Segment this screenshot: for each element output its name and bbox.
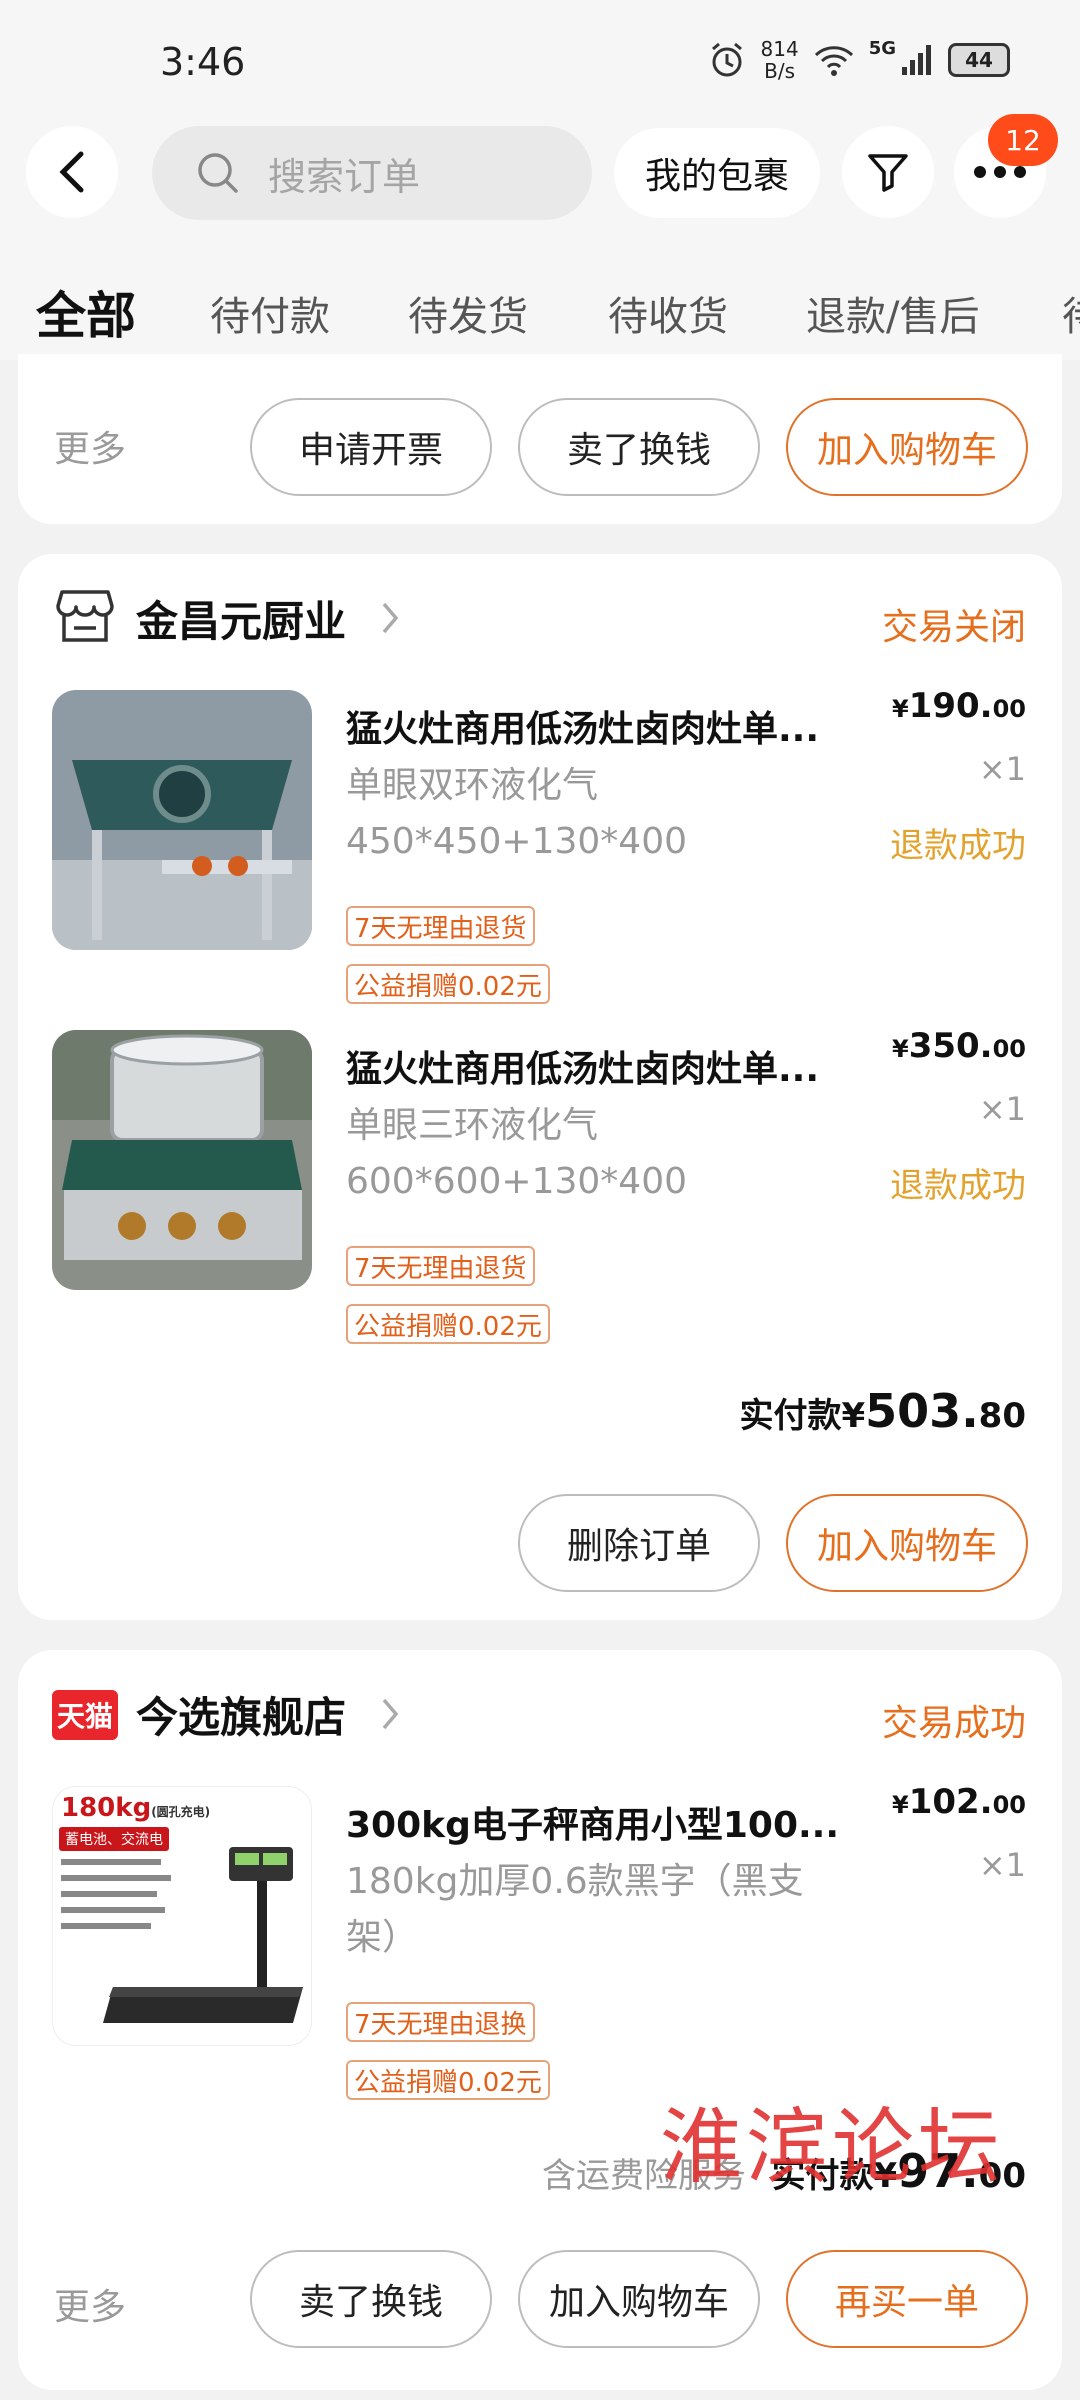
image-caption: 180kg(圆孔充电) [61, 1793, 211, 1823]
order-tabs: 全部 待付款 待发货 待收货 退款/售后 待 [0, 276, 1080, 346]
product-price: ¥102.00 [892, 1782, 1026, 1822]
donation-tag: 公益捐赠0.02元 [346, 1304, 550, 1344]
product-quantity: ×1 [978, 1090, 1026, 1128]
tab-all[interactable]: 全部 [36, 276, 136, 348]
status-icons: 814 B/s 5G 44 [707, 37, 1010, 83]
net-speed: 814 B/s [760, 37, 799, 83]
search-icon [198, 153, 238, 193]
product-title[interactable]: 猛火灶商用低汤灶卤肉灶单... [346, 1040, 906, 1092]
more-icon [974, 166, 1026, 178]
chevron-left-icon [59, 151, 84, 193]
my-packages-button[interactable]: 我的包裹 [614, 128, 820, 218]
tab-pending-shipment[interactable]: 待发货 [408, 284, 528, 342]
store-icon [56, 590, 114, 642]
tab-pending-review[interactable]: 待 [1062, 284, 1080, 342]
order-card: 金昌元厨业 交易关闭 猛火灶商用低汤灶卤肉灶单... 单眼双环液化气 450*45… [18, 554, 1062, 1620]
tab-pending-payment[interactable]: 待付款 [210, 284, 330, 342]
product-image[interactable] [52, 690, 312, 950]
shop-name[interactable]: 今选旗舰店 [136, 1684, 346, 1745]
status-time: 3:46 [160, 40, 246, 84]
donation-tag: 公益捐赠0.02元 [346, 964, 550, 1004]
paid-amount: 实付款¥503.80 [739, 1384, 1027, 1438]
refund-status[interactable]: 退款成功 [890, 1158, 1026, 1207]
buy-again-button[interactable]: 再买一单 [786, 2250, 1028, 2348]
back-button[interactable] [26, 126, 118, 218]
product-image[interactable]: 180kg(圆孔充电) 蓄电池、交流电 [52, 1786, 312, 2046]
product-price: ¥190.00 [892, 686, 1026, 726]
product-image[interactable] [52, 1030, 312, 1290]
product-price: ¥350.00 [892, 1026, 1026, 1066]
search-placeholder: 搜索订单 [268, 154, 421, 199]
resell-button[interactable]: 卖了换钱 [250, 2250, 492, 2348]
wifi-icon [814, 46, 853, 76]
invoice-button[interactable]: 申请开票 [250, 398, 492, 496]
order-card: 天猫 今选旗舰店 交易成功 180kg(圆孔充电) 蓄电池、交流电 300kg电… [18, 1650, 1062, 2390]
add-to-cart-button[interactable]: 加入购物车 [786, 1494, 1028, 1592]
top-bar: 3:46 814 B/s 5G 44 搜索订单 我的包裹 12 全部 待付款 待发… [0, 0, 1080, 360]
battery-indicator: 44 [948, 43, 1010, 77]
more-link[interactable]: 更多 [54, 2278, 126, 2330]
delete-order-button[interactable]: 删除订单 [518, 1494, 760, 1592]
alarm-icon [711, 42, 742, 77]
refund-status[interactable]: 退款成功 [890, 818, 1026, 867]
add-to-cart-button[interactable]: 加入购物车 [518, 2250, 760, 2348]
chevron-right-icon [382, 602, 399, 634]
return-policy-tag: 7天无理由退货 [346, 906, 535, 946]
product-title[interactable]: 300kg电子秤商用小型100... [346, 1796, 906, 1848]
product-spec: 180kg加厚0.6款黑字（黑支 架） [346, 1861, 804, 1958]
chevron-right-icon [382, 1698, 399, 1730]
order-status: 交易成功 [881, 1703, 1026, 1744]
search-input[interactable]: 搜索订单 [152, 126, 592, 220]
product-spec: 单眼三环液化气 600*600+130*400 [346, 1105, 688, 1202]
filter-icon [868, 154, 908, 192]
order-status: 交易关闭 [881, 607, 1026, 648]
signal-icon [902, 45, 931, 75]
filter-button[interactable] [842, 126, 934, 218]
watermark: 淮滨论坛 [660, 2100, 1005, 2195]
tab-refund[interactable]: 退款/售后 [806, 284, 979, 342]
return-policy-tag: 7天无理由退货 [346, 1246, 535, 1286]
order-card-partial: 更多 申请开票 卖了换钱 加入购物车 [18, 354, 1062, 524]
tmall-badge: 天猫 [52, 1690, 118, 1740]
donation-tag: 公益捐赠0.02元 [346, 2060, 550, 2100]
tab-pending-receipt[interactable]: 待收货 [608, 284, 728, 342]
resell-button[interactable]: 卖了换钱 [518, 398, 760, 496]
shop-name[interactable]: 金昌元厨业 [136, 588, 346, 649]
more-link[interactable]: 更多 [54, 420, 126, 472]
return-policy-tag: 7天无理由退换 [346, 2002, 535, 2042]
product-quantity: ×1 [978, 750, 1026, 788]
product-quantity: ×1 [978, 1846, 1026, 1884]
add-to-cart-button[interactable]: 加入购物车 [786, 398, 1028, 496]
network-type: 5G [868, 38, 896, 59]
product-spec: 单眼双环液化气 450*450+130*400 [346, 765, 688, 862]
product-title[interactable]: 猛火灶商用低汤灶卤肉灶单... [346, 700, 906, 752]
notification-badge: 12 [988, 114, 1058, 166]
